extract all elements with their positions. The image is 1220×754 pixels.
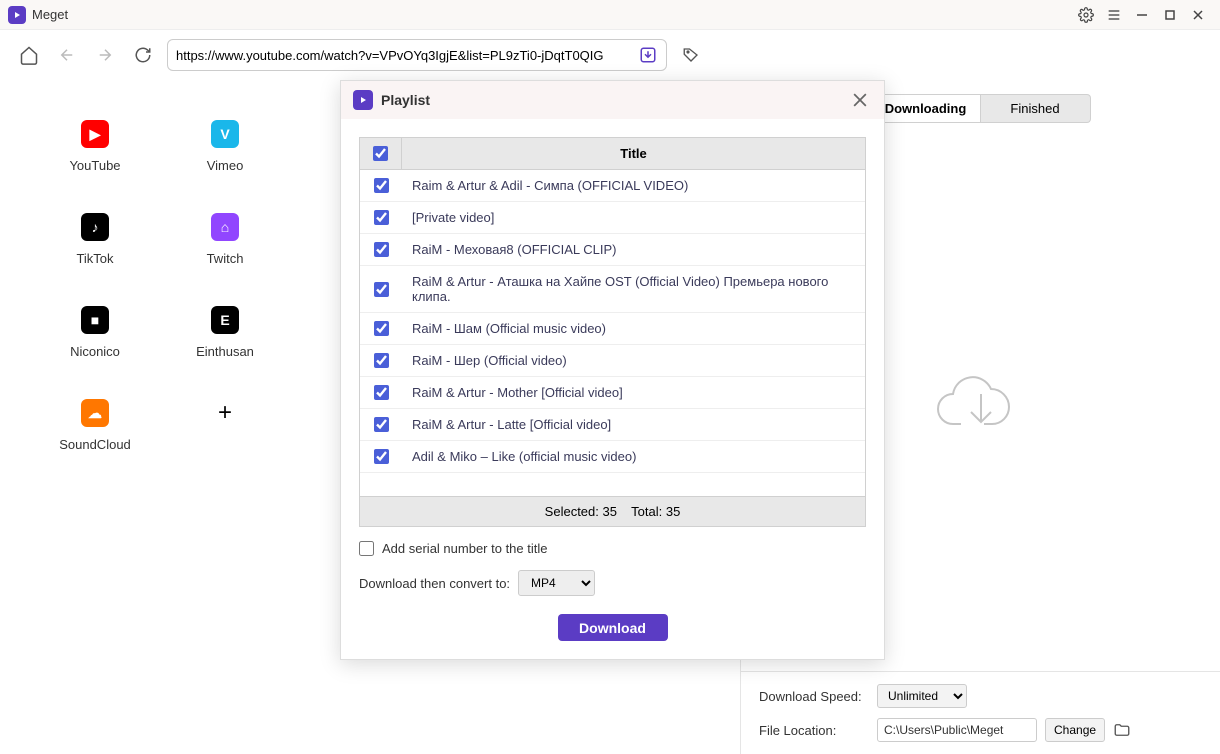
row-checkbox[interactable] bbox=[374, 385, 389, 400]
close-button[interactable] bbox=[1184, 1, 1212, 29]
table-footer: Selected: 35 Total: 35 bbox=[360, 496, 865, 526]
site-label: YouTube bbox=[69, 158, 120, 173]
soundcloud-icon: ☁ bbox=[81, 399, 109, 427]
tiktok-icon: ♪ bbox=[81, 213, 109, 241]
tag-icon[interactable] bbox=[677, 41, 705, 69]
row-checkbox[interactable] bbox=[374, 282, 389, 297]
download-button[interactable]: Download bbox=[558, 614, 668, 641]
tab-finished[interactable]: Finished bbox=[981, 94, 1091, 123]
niconico-icon: ■ bbox=[81, 306, 109, 334]
table-row[interactable]: [Private video] bbox=[360, 202, 865, 234]
location-label: File Location: bbox=[759, 723, 869, 738]
url-field[interactable] bbox=[176, 48, 638, 63]
tab-downloading[interactable]: Downloading bbox=[871, 94, 981, 123]
row-title: [Private video] bbox=[402, 202, 865, 233]
row-checkbox[interactable] bbox=[374, 417, 389, 432]
forward-icon[interactable] bbox=[91, 41, 119, 69]
row-title: RaiM - Шам (Official music video) bbox=[402, 313, 865, 344]
row-checkbox[interactable] bbox=[374, 210, 389, 225]
table-row[interactable]: RaiM - Шер (Official video) bbox=[360, 345, 865, 377]
site-tiktok[interactable]: ♪ TikTok bbox=[30, 213, 160, 266]
minimize-button[interactable] bbox=[1128, 1, 1156, 29]
row-checkbox[interactable] bbox=[374, 242, 389, 257]
home-icon[interactable] bbox=[15, 41, 43, 69]
row-title: RaiM & Artur - Mother [Official video] bbox=[402, 377, 865, 408]
playlist-modal: Playlist Title Raim & Artur & Adil - Сим… bbox=[340, 80, 885, 660]
table-row[interactable]: RaiM - Меховая8 (OFFICIAL CLIP) bbox=[360, 234, 865, 266]
table-row[interactable]: RaiM & Artur - Аташка на Хайпе OST (Offi… bbox=[360, 266, 865, 313]
speed-select[interactable]: Unlimited bbox=[877, 684, 967, 708]
site-niconico[interactable]: ■ Niconico bbox=[30, 306, 160, 359]
row-title: Adil & Miko – Like (official music video… bbox=[402, 441, 865, 472]
vimeo-icon: V bbox=[211, 120, 239, 148]
url-input[interactable] bbox=[167, 39, 667, 71]
youtube-icon: ▶ bbox=[81, 120, 109, 148]
select-all-checkbox[interactable] bbox=[373, 146, 388, 161]
row-checkbox[interactable] bbox=[374, 353, 389, 368]
open-folder-icon[interactable] bbox=[1113, 721, 1131, 739]
change-button[interactable]: Change bbox=[1045, 718, 1105, 742]
table-row[interactable]: RaiM & Artur - Latte [Official video] bbox=[360, 409, 865, 441]
table-row[interactable]: RaiM - Шам (Official music video) bbox=[360, 313, 865, 345]
site-label: Twitch bbox=[207, 251, 244, 266]
select-all-cell bbox=[360, 138, 402, 169]
row-checkbox[interactable] bbox=[374, 449, 389, 464]
site-vimeo[interactable]: V Vimeo bbox=[160, 120, 290, 173]
modal-close-icon[interactable] bbox=[848, 88, 872, 112]
row-checkbox[interactable] bbox=[374, 321, 389, 336]
maximize-button[interactable] bbox=[1156, 1, 1184, 29]
settings-icon[interactable] bbox=[1072, 1, 1100, 29]
add-site-button[interactable]: + bbox=[160, 399, 290, 452]
site-twitch[interactable]: ⌂ Twitch bbox=[160, 213, 290, 266]
twitch-icon: ⌂ bbox=[211, 213, 239, 241]
plus-icon: + bbox=[218, 399, 232, 427]
selected-count: Selected: 35 bbox=[545, 504, 617, 519]
menu-icon[interactable] bbox=[1100, 1, 1128, 29]
total-count: Total: 35 bbox=[631, 504, 680, 519]
site-label: Einthusan bbox=[196, 344, 254, 359]
site-label: SoundCloud bbox=[59, 437, 131, 452]
cloud-download-icon bbox=[931, 364, 1031, 444]
site-youtube[interactable]: ▶ YouTube bbox=[30, 120, 160, 173]
serial-checkbox[interactable] bbox=[359, 541, 374, 556]
row-title: RaiM - Шер (Official video) bbox=[402, 345, 865, 376]
site-label: Vimeo bbox=[207, 158, 244, 173]
row-checkbox[interactable] bbox=[374, 178, 389, 193]
download-url-icon[interactable] bbox=[638, 45, 658, 65]
location-path: C:\Users\Public\Meget bbox=[877, 718, 1037, 742]
table-row[interactable]: RaiM & Artur - Mother [Official video] bbox=[360, 377, 865, 409]
app-name: Meget bbox=[32, 7, 68, 22]
row-title: RaiM & Artur - Аташка на Хайпе OST (Offi… bbox=[402, 266, 865, 312]
column-title: Title bbox=[402, 138, 865, 169]
einthusan-icon: E bbox=[211, 306, 239, 334]
app-logo bbox=[8, 6, 26, 24]
row-title: RaiM & Artur - Latte [Official video] bbox=[402, 409, 865, 440]
modal-title: Playlist bbox=[381, 92, 430, 108]
site-soundcloud[interactable]: ☁ SoundCloud bbox=[30, 399, 160, 452]
row-title: RaiM - Меховая8 (OFFICIAL CLIP) bbox=[402, 234, 865, 265]
convert-select[interactable]: MP4 bbox=[518, 570, 595, 596]
convert-label: Download then convert to: bbox=[359, 576, 510, 591]
table-row[interactable]: Raim & Artur & Adil - Симпа (OFFICIAL VI… bbox=[360, 170, 865, 202]
site-label: TikTok bbox=[76, 251, 113, 266]
table-row[interactable]: Adil & Miko – Like (official music video… bbox=[360, 441, 865, 473]
serial-label: Add serial number to the title bbox=[382, 541, 547, 556]
speed-label: Download Speed: bbox=[759, 689, 869, 704]
reload-icon[interactable] bbox=[129, 41, 157, 69]
row-title: Raim & Artur & Adil - Симпа (OFFICIAL VI… bbox=[402, 170, 865, 201]
back-icon[interactable] bbox=[53, 41, 81, 69]
site-einthusan[interactable]: E Einthusan bbox=[160, 306, 290, 359]
site-label: Niconico bbox=[70, 344, 120, 359]
modal-logo bbox=[353, 90, 373, 110]
